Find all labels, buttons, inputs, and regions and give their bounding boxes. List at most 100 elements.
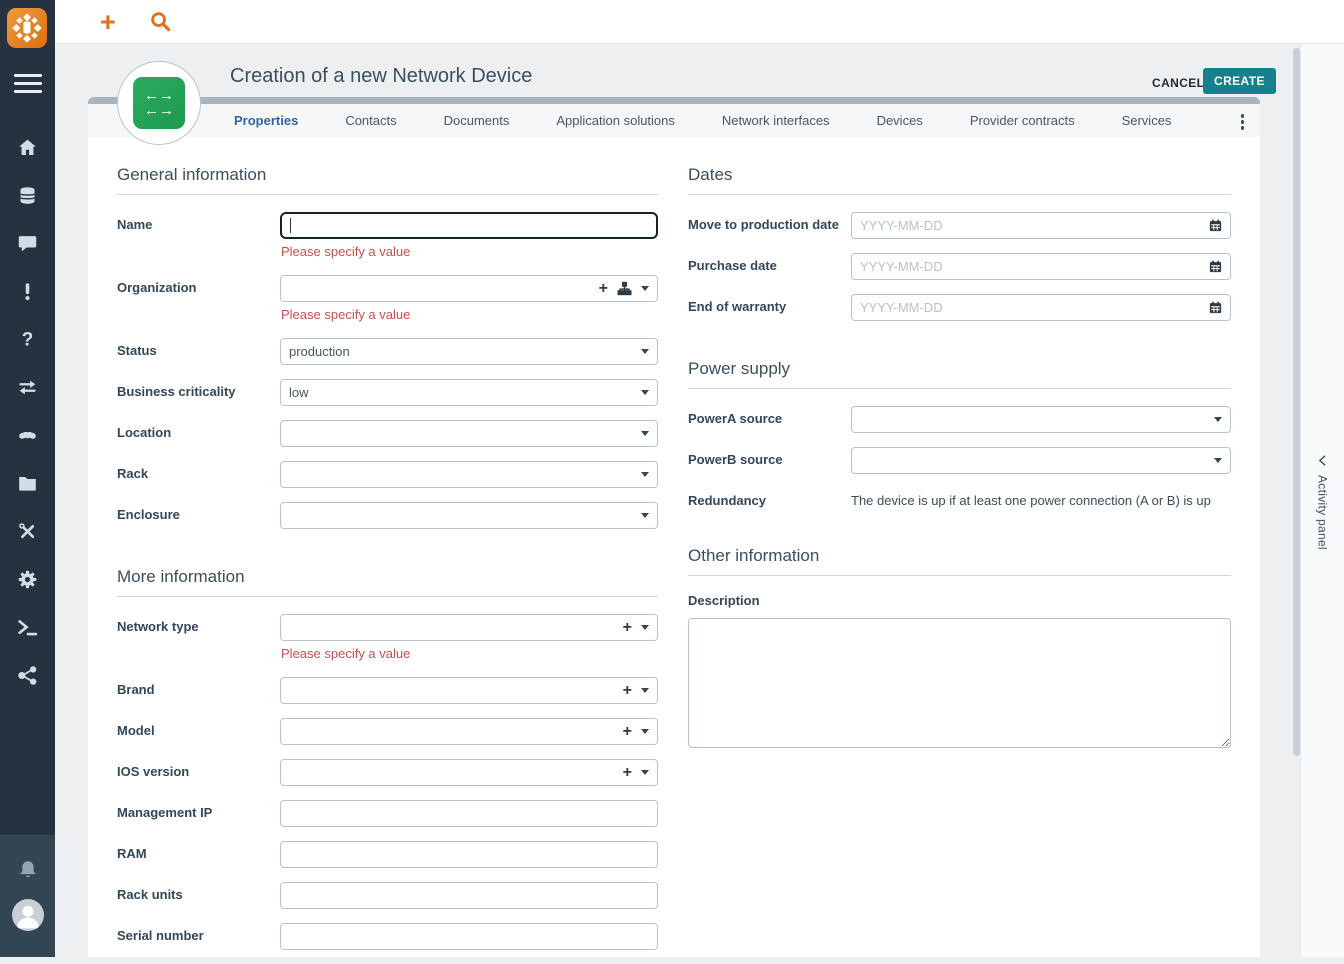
itop-logo-icon	[12, 13, 42, 43]
organization-error: Please specify a value	[281, 307, 658, 322]
calendar-icon[interactable]	[1208, 259, 1223, 274]
chevron-down-icon[interactable]	[641, 472, 649, 477]
name-input[interactable]	[280, 212, 658, 239]
enclosure-label: Enclosure	[117, 502, 280, 529]
sidebar-nav: ?	[0, 137, 55, 686]
text-cursor	[290, 218, 291, 233]
chevron-down-icon[interactable]	[1214, 417, 1222, 422]
create-button[interactable]: CREATE	[1203, 68, 1276, 94]
tab-devices[interactable]: Devices	[877, 113, 923, 128]
rack-select[interactable]	[280, 461, 658, 488]
organization-input[interactable]: +	[280, 275, 658, 302]
power-a-source-select[interactable]	[851, 406, 1231, 433]
purchase-date-input[interactable]	[851, 253, 1231, 280]
management-ip-input[interactable]	[280, 800, 658, 827]
name-label: Name	[117, 212, 280, 261]
add-model-icon[interactable]: +	[623, 724, 632, 740]
ram-input[interactable]	[280, 841, 658, 868]
move-to-production-date-input[interactable]	[851, 212, 1231, 239]
tab-overflow-menu-icon[interactable]	[1239, 112, 1247, 132]
field-ram: RAM	[117, 841, 658, 868]
tab-properties[interactable]: Properties	[234, 113, 298, 128]
activity-panel-toggle[interactable]: Activity panel	[1300, 44, 1344, 957]
serial-number-input[interactable]	[280, 923, 658, 950]
cancel-button[interactable]: CANCEL	[1146, 72, 1210, 94]
panel-top-border	[88, 97, 1260, 104]
menu-toggle-icon[interactable]	[14, 74, 42, 98]
chevron-down-icon[interactable]	[1214, 458, 1222, 463]
share-icon[interactable]	[17, 665, 38, 686]
network-type-select[interactable]: +	[280, 614, 658, 641]
status-value: production	[289, 344, 350, 359]
tools-icon[interactable]	[17, 521, 38, 542]
power-a-source-label: PowerA source	[688, 406, 851, 433]
ram-label: RAM	[117, 841, 280, 868]
add-ios-version-icon[interactable]: +	[623, 765, 632, 781]
section-title-general: General information	[117, 165, 658, 195]
handshake-icon[interactable]	[17, 425, 38, 446]
vertical-scrollbar[interactable]	[1293, 48, 1300, 756]
itop-logo[interactable]	[7, 8, 47, 48]
folder-icon[interactable]	[17, 473, 38, 494]
add-network-type-icon[interactable]: +	[623, 620, 632, 636]
enclosure-select[interactable]	[280, 502, 658, 529]
chevron-down-icon[interactable]	[641, 431, 649, 436]
field-power-a-source: PowerA source	[688, 406, 1231, 433]
rack-units-input[interactable]	[280, 882, 658, 909]
tab-application-solutions[interactable]: Application solutions	[556, 113, 675, 128]
question-icon[interactable]: ?	[17, 329, 38, 350]
chevron-down-icon[interactable]	[641, 729, 649, 734]
chevron-down-icon[interactable]	[641, 770, 649, 775]
tab-provider-contracts[interactable]: Provider contracts	[970, 113, 1075, 128]
field-ios-version: IOS version +	[117, 759, 658, 786]
calendar-icon[interactable]	[1208, 300, 1223, 315]
home-icon[interactable]	[17, 137, 38, 158]
database-icon[interactable]	[17, 185, 38, 206]
exclamation-icon[interactable]	[17, 281, 38, 302]
calendar-icon[interactable]	[1208, 218, 1223, 233]
page-title: Creation of a new Network Device	[230, 65, 532, 88]
chevron-down-icon[interactable]	[641, 513, 649, 518]
search-icon[interactable]	[149, 10, 172, 33]
description-textarea[interactable]	[688, 618, 1231, 748]
section-title-other-information: Other information	[688, 546, 1231, 576]
chevron-down-icon[interactable]	[641, 286, 649, 291]
model-select[interactable]: +	[280, 718, 658, 745]
add-brand-icon[interactable]: +	[623, 683, 632, 699]
tab-contacts[interactable]: Contacts	[345, 113, 396, 128]
business-criticality-select[interactable]: low	[280, 379, 658, 406]
business-criticality-value: low	[289, 385, 309, 400]
add-organization-icon[interactable]: +	[599, 281, 608, 297]
field-power-b-source: PowerB source	[688, 447, 1231, 474]
terminal-icon[interactable]	[17, 617, 38, 638]
status-select[interactable]: production	[280, 338, 658, 365]
hierarchy-icon[interactable]	[617, 281, 632, 296]
chevron-down-icon[interactable]	[641, 349, 649, 354]
tab-services[interactable]: Services	[1122, 113, 1172, 128]
form-content: General information Name Please specify …	[88, 137, 1260, 957]
gear-icon[interactable]	[17, 569, 38, 590]
location-select[interactable]	[280, 420, 658, 447]
sidebar-footer	[0, 835, 55, 957]
chevron-down-icon[interactable]	[641, 688, 649, 693]
object-class-badge: ←→ ←→	[117, 61, 201, 145]
power-b-source-label: PowerB source	[688, 447, 851, 474]
user-avatar-icon	[12, 899, 44, 931]
field-enclosure: Enclosure	[117, 502, 658, 529]
end-of-warranty-input[interactable]	[851, 294, 1231, 321]
tab-network-interfaces[interactable]: Network interfaces	[722, 113, 830, 128]
section-title-more-information: More information	[117, 567, 658, 597]
comment-icon[interactable]	[17, 233, 38, 254]
exchange-icon[interactable]	[17, 377, 38, 398]
bell-icon[interactable]	[17, 859, 39, 881]
chevron-down-icon[interactable]	[641, 390, 649, 395]
organization-label: Organization	[117, 275, 280, 324]
user-avatar[interactable]	[12, 899, 44, 931]
activity-panel-label: Activity panel	[1316, 475, 1330, 550]
new-object-icon[interactable]: +	[100, 5, 116, 39]
brand-select[interactable]: +	[280, 677, 658, 704]
chevron-down-icon[interactable]	[641, 625, 649, 630]
ios-version-select[interactable]: +	[280, 759, 658, 786]
tab-documents[interactable]: Documents	[444, 113, 510, 128]
power-b-source-select[interactable]	[851, 447, 1231, 474]
